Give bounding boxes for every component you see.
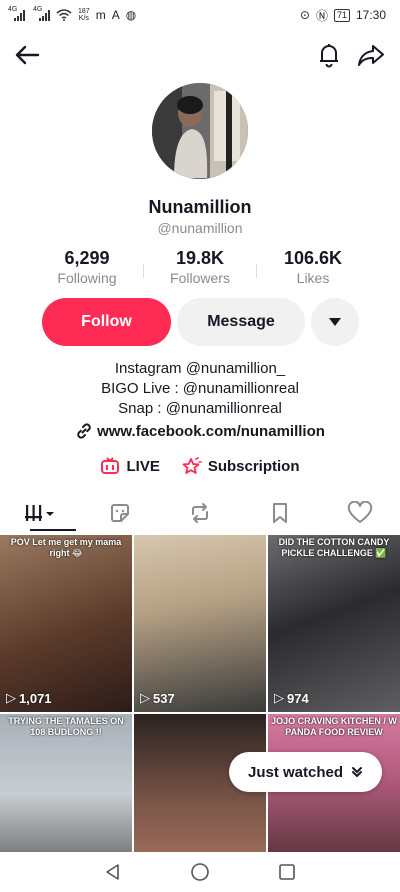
profile-tabs — [0, 495, 400, 531]
status-bar-right: ⊙ Ⓝ 71 17:30 — [300, 7, 386, 24]
live-button[interactable]: LIVE — [100, 457, 160, 475]
live-label: LIVE — [126, 457, 160, 475]
app-notification-icon: A — [111, 8, 120, 22]
share-arrow-icon[interactable] — [356, 40, 386, 70]
subscription-button[interactable]: Subscription — [182, 457, 300, 475]
video-caption: JOJO CRAVING KITCHEN / W PANDA FOOD REVI… — [271, 716, 397, 737]
bio: Instagram @nunamillion_ BIGO Live : @nun… — [0, 359, 400, 419]
back-triangle-icon[interactable] — [104, 863, 122, 881]
battery-icon: 71 — [333, 8, 350, 22]
system-nav-bar — [0, 852, 400, 892]
profile-link[interactable]: www.facebook.com/nunamillion — [0, 422, 400, 440]
bio-line: Instagram @nunamillion_ — [114, 360, 286, 377]
video-caption: DID THE COTTON CANDY PICKLE CHALLENGE ✅ — [278, 537, 390, 558]
home-circle-icon[interactable] — [190, 862, 210, 882]
tab-reposts[interactable] — [160, 495, 240, 531]
video-caption: POV Let me get my mama right 😂 — [10, 537, 122, 558]
play-icon: ▷ — [140, 690, 150, 705]
bio-line: BIGO Live : @nunamillionreal — [101, 380, 299, 397]
signal-icon: 4G — [8, 6, 25, 21]
tab-liked[interactable] — [320, 495, 400, 531]
nfc-icon: Ⓝ — [315, 8, 328, 23]
subscription-label: Subscription — [207, 457, 300, 475]
sticker-icon — [111, 504, 129, 522]
stat-label: Likes — [296, 270, 330, 286]
network-type-1: 4G — [8, 6, 18, 13]
follow-button[interactable]: Follow — [42, 298, 171, 346]
view-count: ▷ 1,071 — [6, 690, 52, 706]
avatar-image — [152, 83, 248, 179]
tab-videos[interactable] — [0, 495, 80, 531]
status-bar-left: 4G 4G 187 K/s m A ◍ — [8, 6, 137, 22]
stat-likes[interactable]: 106.6K Likes — [257, 248, 369, 286]
username: @nunamillion — [157, 220, 243, 236]
profile-stats: 6,299 Following 19.8K Followers 106.6K L… — [0, 248, 400, 286]
stat-label: Followers — [170, 270, 230, 286]
bell-icon[interactable] — [314, 40, 344, 70]
video-thumbnail[interactable]: DID THE COTTON CANDY PICKLE CHALLENGE ✅ … — [268, 535, 400, 712]
display-name: Nunamillion — [148, 197, 252, 217]
app-notification-icon: m — [95, 8, 106, 22]
video-thumbnail[interactable]: ▷ 537 — [134, 535, 266, 712]
double-chevron-down-icon — [352, 767, 363, 778]
repost-icon — [192, 503, 208, 523]
triangle-down-icon — [329, 318, 341, 326]
stat-label: Following — [57, 270, 117, 286]
arrow-left-icon[interactable] — [12, 40, 42, 70]
network-speed: 187 K/s — [78, 8, 90, 22]
star-badge-icon — [182, 457, 202, 474]
tab-sticker[interactable] — [80, 495, 160, 531]
stat-following[interactable]: 6,299 Following — [31, 248, 143, 286]
video-thumbnail[interactable]: POV Let me get my mama right 😂 ▷ 1,071 — [0, 535, 132, 712]
bookmark-icon — [273, 503, 287, 523]
heart-icon — [347, 501, 373, 523]
video-grid: POV Let me get my mama right 😂 ▷ 1,071 ▷ 5… — [0, 535, 400, 891]
action-buttons: Follow Message — [42, 298, 359, 346]
wifi-icon — [56, 9, 72, 21]
top-nav — [0, 36, 400, 76]
stat-value: 19.8K — [175, 248, 225, 268]
signal-icon: 4G — [33, 6, 50, 21]
link-icon — [77, 423, 91, 439]
view-count: ▷ 974 — [274, 690, 309, 706]
just-watched-label: Just watched — [247, 763, 344, 781]
stat-followers[interactable]: 19.8K Followers — [144, 248, 256, 286]
avatar[interactable] — [152, 83, 248, 179]
tab-favorites[interactable] — [240, 495, 320, 531]
clock: 17:30 — [355, 8, 386, 22]
play-icon: ▷ — [274, 690, 284, 705]
message-button[interactable]: Message — [177, 298, 305, 346]
grid-bars-icon — [25, 505, 54, 521]
vpn-icon: ◍ — [125, 8, 137, 22]
link-text: www.facebook.com/nunamillion — [97, 422, 325, 440]
stat-value: 6,299 — [64, 248, 110, 268]
network-type-2: 4G — [33, 6, 43, 13]
alarm-icon: ⊙ — [299, 8, 310, 22]
just-watched-button[interactable]: Just watched — [229, 752, 382, 792]
video-caption: TRYING THE TAMALES ON 108 BUDLONG !! — [8, 716, 124, 737]
stat-value: 106.6K — [283, 248, 343, 268]
recents-square-icon[interactable] — [278, 863, 296, 881]
status-bar: 4G 4G 187 K/s m A ◍ ⊙ Ⓝ 71 17:30 — [0, 0, 400, 30]
live-subscription-row: LIVE Subscription — [0, 457, 400, 475]
play-icon: ▷ — [6, 690, 16, 705]
view-count: ▷ 537 — [140, 690, 175, 706]
tv-live-icon — [101, 457, 120, 474]
bio-line: Snap : @nunamillionreal — [118, 400, 282, 417]
more-options-button[interactable] — [311, 298, 359, 346]
